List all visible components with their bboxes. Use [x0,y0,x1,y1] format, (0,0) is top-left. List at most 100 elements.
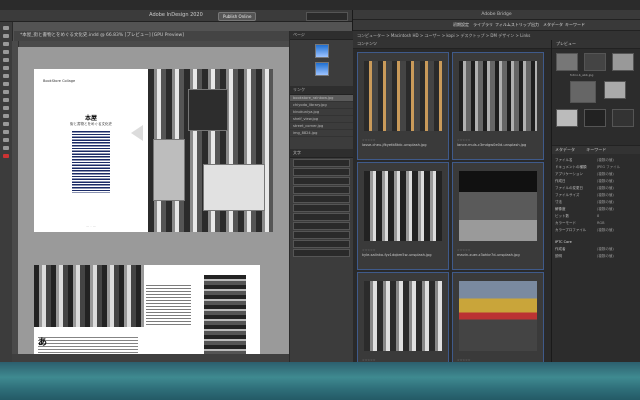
desktop-wallpaper [0,362,640,400]
bridge-titlebar: Adobe Bridge [353,10,640,20]
gradient-tool-icon[interactable] [3,114,9,118]
direct-selection-tool-icon[interactable] [3,34,9,38]
baseline-shift-field[interactable] [293,231,350,239]
collage-photo[interactable] [203,164,265,211]
font-field[interactable] [293,159,350,167]
keywords-tab[interactable]: キーワード [586,147,606,152]
collage-photo[interactable] [153,139,185,201]
status-bar [12,354,289,362]
note-tool-icon[interactable] [3,122,9,126]
pen-tool-icon[interactable] [3,66,9,70]
bookstore-collage-image[interactable] [148,69,273,232]
thumbnail-cell[interactable]: ☆☆☆☆☆ lasse-cheu-jfkyetk8tdc-unsplash.jp… [357,52,449,160]
document-page-1[interactable]: BookStore Collage 本屋 街と書物とをめぐる文化史 — ·· — [34,69,148,232]
rating-stars[interactable]: ☆☆☆☆☆ [457,138,470,142]
metadata-value: (複数の値) [597,200,614,204]
thumbnail-image[interactable] [364,61,442,131]
page-thumbnail[interactable] [314,44,329,58]
pages-panel-header[interactable]: ページ [290,31,353,40]
link-row[interactable]: street_corner.jpg [290,123,353,130]
link-row[interactable]: kinokuniya.jpg [290,109,353,116]
collage-photo[interactable] [188,89,228,131]
rectangle-frame-tool-icon[interactable] [3,82,9,86]
link-row[interactable]: bookstore_rainbow.jpg [290,95,353,102]
workspace-filmstrip[interactable]: フィルムストリップ [495,22,531,28]
thumbnail-image[interactable] [364,281,442,351]
metadata-label: カラーモード [555,221,576,225]
metadata-label: ファイル名 [555,158,573,162]
page-header: BookStore Collage [43,79,76,83]
body-text-frame[interactable] [146,285,191,325]
thumbnail-image[interactable] [459,61,537,131]
preview-thumbnail[interactable] [556,109,578,127]
thumbnail-cell[interactable]: ☆☆☆☆☆ mavin-xuer-z3ohbr7d-unsplash.jpg [452,162,544,270]
fill-stroke-icon[interactable] [3,154,9,158]
pasteboard[interactable]: BookStore Collage 本屋 街と書物とをめぐる文化史 — ·· —… [18,47,289,362]
selection-tool-icon[interactable] [3,26,9,30]
preview-thumbnail[interactable] [584,53,606,71]
indesign-titlebar: Adobe InDesign 2020 Publish Online [0,10,352,22]
content-panel-header[interactable]: コンテンツ [353,40,551,49]
page-tool-icon[interactable] [3,42,9,46]
rating-stars[interactable]: ☆☆☆☆☆ [457,248,470,252]
metadata-label: 作成者 [555,247,566,251]
preview-thumbnail[interactable] [570,81,596,103]
selected-text-frame[interactable] [72,131,110,193]
font-size-field[interactable] [293,177,350,185]
app-title: Adobe InDesign 2020 [149,12,203,18]
preview-thumbnail[interactable] [604,81,626,99]
bookshelf-photo[interactable] [34,265,144,327]
thumbnail-cell[interactable]: ☆☆☆☆☆ lance-muls-c3mdgw0e0d-unsplash.jpg [452,52,544,160]
preview-thumbnail[interactable] [584,109,606,127]
hand-tool-icon[interactable] [3,138,9,142]
rating-stars[interactable]: ☆☆☆☆☆ [362,248,375,252]
rating-stars[interactable]: ☆☆☆☆☆ [362,138,375,142]
publish-online-button[interactable]: Publish Online [218,12,257,21]
character-panel-header[interactable]: 文字 [290,149,353,158]
arrow-shape[interactable] [131,125,143,141]
workspace-default[interactable]: 初期設定 [453,22,469,28]
language-field[interactable] [293,249,350,257]
thumbnail-image[interactable] [459,281,537,351]
workspace-library[interactable]: ライブラリ [473,22,493,28]
workspace-keywords[interactable]: キーワード [565,22,585,28]
tracking-field[interactable] [293,204,350,212]
preview-panel-header[interactable]: プレビュー [552,40,640,49]
line-tool-icon[interactable] [3,58,9,62]
horizontal-scale-field[interactable] [293,222,350,230]
stairs-photo[interactable] [204,275,246,362]
workspace-metadata[interactable]: メタデータ [543,22,563,28]
pencil-tool-icon[interactable] [3,74,9,78]
type-tool-icon[interactable] [3,50,9,54]
thumbnail-image[interactable] [364,171,442,241]
scissors-tool-icon[interactable] [3,98,9,102]
page-footer: — ·· — [86,224,96,228]
links-panel-header[interactable]: リンク [290,86,353,95]
vertical-scale-field[interactable] [293,213,350,221]
kerning-field[interactable] [293,195,350,203]
free-transform-tool-icon[interactable] [3,106,9,110]
thumbnail-image[interactable] [459,171,537,241]
metadata-tab[interactable]: メタデータ [555,147,575,152]
preview-thumbnail[interactable] [612,53,634,71]
link-row[interactable]: shelf_view.jpg [290,116,353,123]
document-page-2[interactable]: あ [34,265,260,362]
link-row[interactable]: img_8824.jpg [290,130,353,137]
preview-thumbnail[interactable] [612,109,634,127]
rectangle-tool-icon[interactable] [3,90,9,94]
page-thumbnail[interactable] [314,62,329,76]
preview-thumbnail[interactable] [556,53,578,71]
metadata-value: (複数の値) [597,207,614,211]
skew-field[interactable] [293,240,350,248]
search-input[interactable] [306,12,348,21]
workspace-output[interactable]: 出力 [531,22,539,28]
eyedropper-tool-icon[interactable] [3,130,9,134]
document-tab[interactable]: *本屋_街と書物とをめぐる文化史.indd @ 66.83% [プレビュー] [… [14,31,289,41]
zoom-tool-icon[interactable] [3,146,9,150]
metadata-panel-header[interactable]: メタデータ キーワード [552,145,640,154]
thumbnail-cell[interactable]: ☆☆☆☆☆ kyle-salinko-fyz1dqbm5w-unsplash.j… [357,162,449,270]
font-style-field[interactable] [293,168,350,176]
metadata-section[interactable]: IPTC Core [555,240,572,244]
leading-field[interactable] [293,186,350,194]
link-row[interactable]: chiyoda_library.jpg [290,102,353,109]
